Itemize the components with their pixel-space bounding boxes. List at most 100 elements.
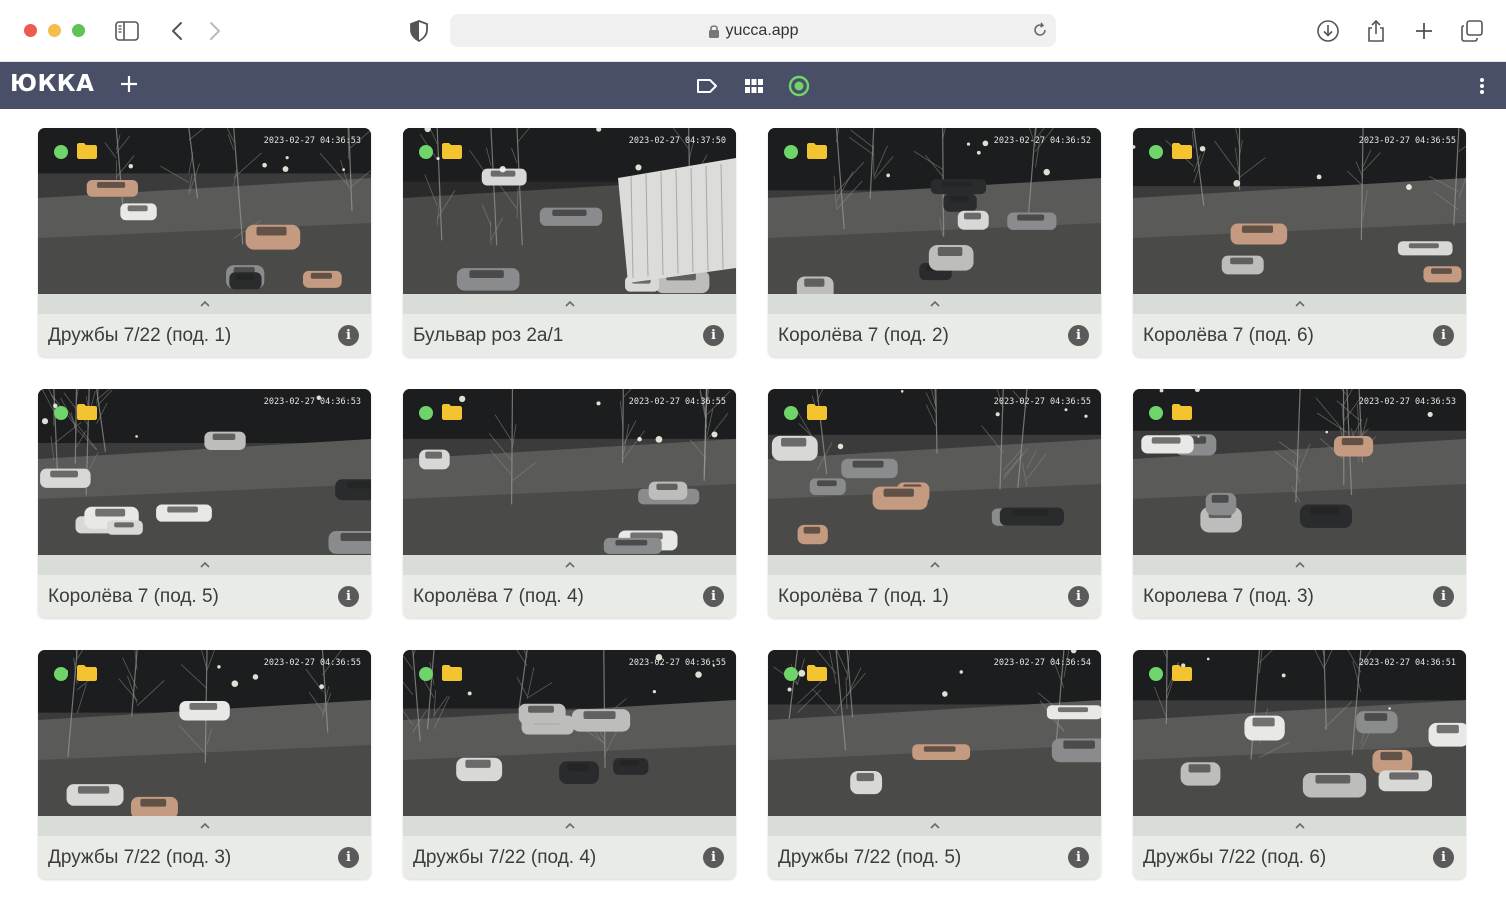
tabs-overview-icon[interactable] xyxy=(1459,18,1485,44)
live-status-icon[interactable] xyxy=(787,74,811,98)
camera-feed[interactable]: 2023-02-27 04:36:54 xyxy=(768,650,1101,816)
folder-icon[interactable] xyxy=(807,143,827,159)
camera-feed[interactable]: 2023-02-27 04:36:53 xyxy=(38,389,371,555)
info-icon[interactable]: i xyxy=(338,586,359,607)
camera-card-12[interactable]: 2023-02-27 04:36:51 Дружбы 7/22 (под. 6)… xyxy=(1133,650,1466,879)
new-tab-icon[interactable] xyxy=(1411,18,1437,44)
folder-icon[interactable] xyxy=(807,665,827,681)
folder-icon[interactable] xyxy=(77,665,97,681)
camera-feed[interactable]: 2023-02-27 04:37:50 xyxy=(403,128,736,294)
camera-grid: 2023-02-27 04:36:53 Дружбы 7/22 (под. 1)… xyxy=(38,128,1466,879)
minimize-window-button[interactable] xyxy=(48,24,61,37)
camera-card-footer: Бульвар роз 2а/1 i xyxy=(403,314,736,357)
grid-view-icon[interactable] xyxy=(742,74,766,98)
expand-toggle[interactable] xyxy=(1133,294,1466,314)
info-icon[interactable]: i xyxy=(1068,586,1089,607)
expand-toggle[interactable] xyxy=(38,816,371,836)
online-status-icon xyxy=(54,667,68,681)
info-icon[interactable]: i xyxy=(1068,847,1089,868)
expand-toggle[interactable] xyxy=(768,294,1101,314)
camera-feed[interactable]: 2023-02-27 04:36:51 xyxy=(1133,650,1466,816)
camera-timestamp: 2023-02-27 04:36:54 xyxy=(993,658,1091,668)
share-icon[interactable] xyxy=(1363,18,1389,44)
info-icon[interactable]: i xyxy=(1068,325,1089,346)
expand-toggle[interactable] xyxy=(38,294,371,314)
camera-card-11[interactable]: 2023-02-27 04:36:54 Дружбы 7/22 (под. 5)… xyxy=(768,650,1101,879)
chevron-up-icon xyxy=(1294,300,1305,307)
folder-icon[interactable] xyxy=(1172,404,1192,420)
folder-icon[interactable] xyxy=(442,665,462,681)
camera-card-footer: Дружбы 7/22 (под. 6) i xyxy=(1133,836,1466,879)
folder-icon[interactable] xyxy=(442,404,462,420)
forward-icon[interactable] xyxy=(202,18,228,44)
expand-toggle[interactable] xyxy=(768,555,1101,575)
tag-icon[interactable] xyxy=(695,74,719,98)
info-icon[interactable]: i xyxy=(338,325,359,346)
info-icon[interactable]: i xyxy=(1433,325,1454,346)
expand-toggle[interactable] xyxy=(38,555,371,575)
chevron-up-icon xyxy=(199,300,210,307)
online-status-icon xyxy=(1149,145,1163,159)
folder-icon[interactable] xyxy=(1172,665,1192,681)
camera-card-5[interactable]: 2023-02-27 04:36:53 Королёва 7 (под. 5) … xyxy=(38,389,371,618)
camera-card-4[interactable]: 2023-02-27 04:36:55 Королёва 7 (под. 6) … xyxy=(1133,128,1466,357)
zoom-window-button[interactable] xyxy=(72,24,85,37)
camera-feed[interactable]: 2023-02-27 04:36:55 xyxy=(768,389,1101,555)
camera-feed[interactable]: 2023-02-27 04:36:55 xyxy=(38,650,371,816)
folder-icon[interactable] xyxy=(442,143,462,159)
reload-icon[interactable] xyxy=(1032,22,1048,42)
online-status-icon xyxy=(1149,667,1163,681)
camera-card-2[interactable]: 2023-02-27 04:37:50 Бульвар роз 2а/1 i xyxy=(403,128,736,357)
camera-card-3[interactable]: 2023-02-27 04:36:52 Королёва 7 (под. 2) … xyxy=(768,128,1101,357)
folder-icon[interactable] xyxy=(77,143,97,159)
info-icon[interactable]: i xyxy=(338,847,359,868)
camera-card-10[interactable]: 2023-02-27 04:36:55 Дружбы 7/22 (под. 4)… xyxy=(403,650,736,879)
add-camera-button[interactable] xyxy=(117,72,141,96)
camera-card-8[interactable]: 2023-02-27 04:36:53 Королева 7 (под. 3) … xyxy=(1133,389,1466,618)
app-logo[interactable]: ЮККА xyxy=(10,71,94,97)
info-icon[interactable]: i xyxy=(703,586,724,607)
camera-name: Королёва 7 (под. 2) xyxy=(778,324,949,346)
more-menu-icon[interactable] xyxy=(1472,76,1492,96)
info-icon[interactable]: i xyxy=(1433,847,1454,868)
camera-timestamp: 2023-02-27 04:36:53 xyxy=(1358,397,1456,407)
address-bar[interactable]: yucca.app xyxy=(450,14,1056,47)
sidebar-toggle-icon[interactable] xyxy=(114,18,140,44)
online-status-icon xyxy=(419,667,433,681)
camera-card-9[interactable]: 2023-02-27 04:36:55 Дружбы 7/22 (под. 3)… xyxy=(38,650,371,879)
expand-toggle[interactable] xyxy=(1133,816,1466,836)
info-icon[interactable]: i xyxy=(703,847,724,868)
camera-name: Королёва 7 (под. 6) xyxy=(1143,324,1314,346)
camera-feed[interactable]: 2023-02-27 04:36:55 xyxy=(403,650,736,816)
camera-card-1[interactable]: 2023-02-27 04:36:53 Дружбы 7/22 (под. 1)… xyxy=(38,128,371,357)
camera-timestamp: 2023-02-27 04:36:51 xyxy=(1358,658,1456,668)
download-icon[interactable] xyxy=(1315,18,1341,44)
expand-toggle[interactable] xyxy=(1133,555,1466,575)
chevron-up-icon xyxy=(564,300,575,307)
camera-feed[interactable]: 2023-02-27 04:36:55 xyxy=(403,389,736,555)
camera-card-footer: Королёва 7 (под. 1) i xyxy=(768,575,1101,618)
camera-feed[interactable]: 2023-02-27 04:36:53 xyxy=(38,128,371,294)
camera-card-footer: Королёва 7 (под. 6) i xyxy=(1133,314,1466,357)
close-window-button[interactable] xyxy=(24,24,37,37)
online-status-icon xyxy=(1149,406,1163,420)
browser-toolbar: yucca.app xyxy=(0,0,1506,62)
info-icon[interactable]: i xyxy=(1433,586,1454,607)
expand-toggle[interactable] xyxy=(403,555,736,575)
camera-card-7[interactable]: 2023-02-27 04:36:55 Королёва 7 (под. 1) … xyxy=(768,389,1101,618)
camera-card-footer: Дружбы 7/22 (под. 1) i xyxy=(38,314,371,357)
shield-icon[interactable] xyxy=(406,18,432,44)
camera-feed[interactable]: 2023-02-27 04:36:55 xyxy=(1133,128,1466,294)
chevron-up-icon xyxy=(929,561,940,568)
folder-icon[interactable] xyxy=(77,404,97,420)
camera-card-6[interactable]: 2023-02-27 04:36:55 Королёва 7 (под. 4) … xyxy=(403,389,736,618)
camera-feed[interactable]: 2023-02-27 04:36:53 xyxy=(1133,389,1466,555)
folder-icon[interactable] xyxy=(807,404,827,420)
camera-feed[interactable]: 2023-02-27 04:36:52 xyxy=(768,128,1101,294)
expand-toggle[interactable] xyxy=(768,816,1101,836)
expand-toggle[interactable] xyxy=(403,294,736,314)
expand-toggle[interactable] xyxy=(403,816,736,836)
folder-icon[interactable] xyxy=(1172,143,1192,159)
info-icon[interactable]: i xyxy=(703,325,724,346)
back-icon[interactable] xyxy=(164,18,190,44)
